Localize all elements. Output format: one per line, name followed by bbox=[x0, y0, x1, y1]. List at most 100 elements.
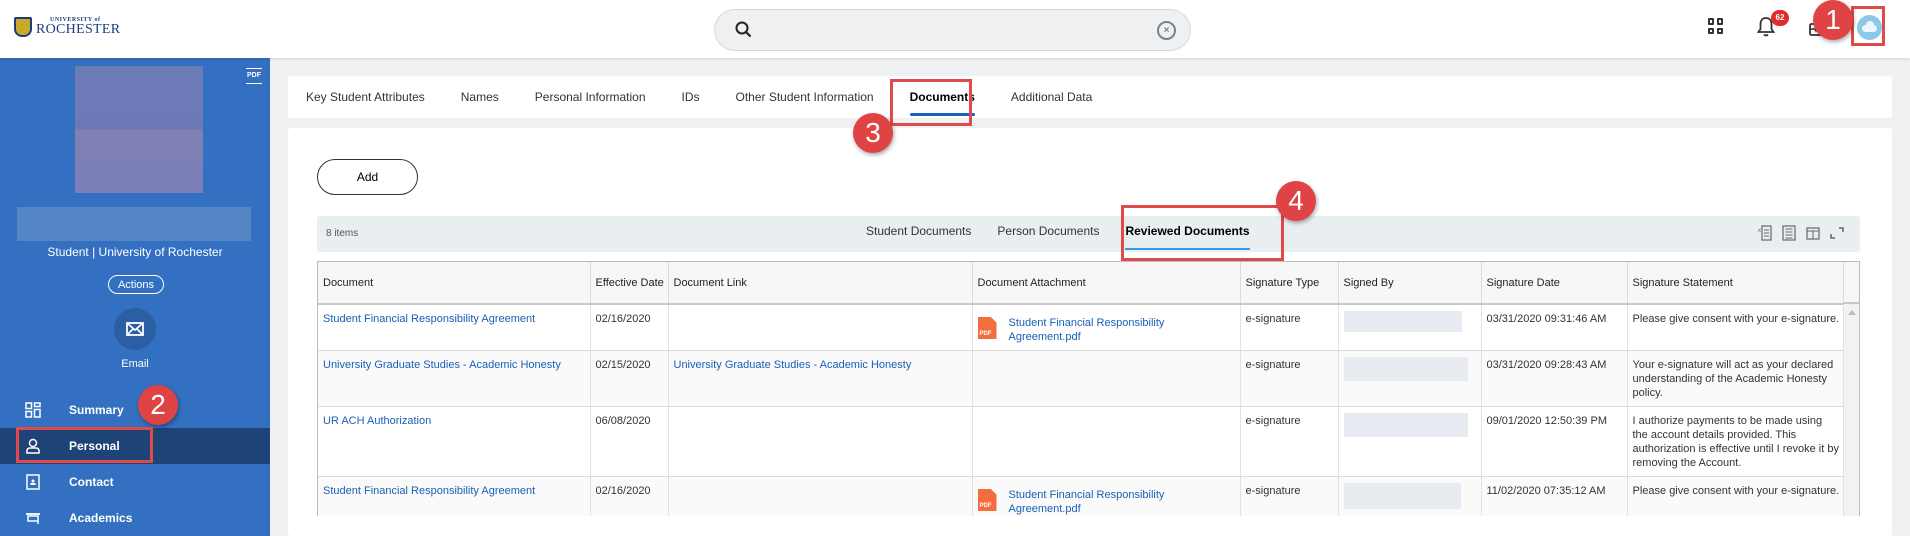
subtab-person-documents[interactable]: Person Documents bbox=[997, 216, 1099, 252]
documents-panel: Add 8 items Student Documents Person Doc… bbox=[288, 128, 1892, 536]
tab-names[interactable]: Names bbox=[461, 76, 499, 118]
avatar-highlight[interactable] bbox=[1851, 6, 1885, 46]
search-bar[interactable]: × bbox=[714, 9, 1191, 51]
profile-sidebar: PDF Student | University of Rochester Ac… bbox=[0, 58, 270, 536]
search-input[interactable] bbox=[767, 18, 1137, 42]
table-row: UR ACH Authorization 06/08/2020 e-signat… bbox=[318, 406, 1846, 477]
column-header-signature-statement[interactable]: Signature Statement bbox=[1627, 262, 1846, 305]
signature-type: e-signature bbox=[1240, 406, 1339, 477]
document-url-link[interactable]: University Graduate Studies - Academic H… bbox=[674, 359, 912, 371]
callout-1: 1 bbox=[1813, 0, 1853, 40]
effective-date: 02/16/2020 bbox=[590, 304, 669, 351]
table-header-row: Document Effective Date Document Link Do… bbox=[318, 262, 1846, 305]
tab-additional-data[interactable]: Additional Data bbox=[1011, 76, 1092, 118]
signature-date: 03/31/2020 09:31:46 AM bbox=[1481, 304, 1628, 351]
callout-4: 4 bbox=[1276, 181, 1316, 221]
print-icon[interactable] bbox=[1782, 225, 1796, 241]
effective-date: 02/16/2020 bbox=[590, 476, 669, 516]
tab-ids[interactable]: IDs bbox=[682, 76, 700, 118]
top-bar: UNIVERSITY of ROCHESTER × 62 bbox=[0, 0, 1910, 58]
column-layout-icon[interactable] bbox=[1806, 225, 1820, 241]
column-header-signature-type[interactable]: Signature Type bbox=[1240, 262, 1339, 305]
signature-statement: Please give consent with your e-signatur… bbox=[1627, 304, 1846, 351]
scroll-up-icon[interactable] bbox=[1848, 310, 1856, 315]
person-icon bbox=[24, 437, 42, 455]
signature-statement: Your e-signature will act as your declar… bbox=[1627, 350, 1846, 407]
column-header-signature-date[interactable]: Signature Date bbox=[1481, 262, 1628, 305]
signature-date: 09/01/2020 12:50:39 PM bbox=[1481, 406, 1628, 477]
add-button[interactable]: Add bbox=[317, 159, 418, 195]
header-corner bbox=[1843, 262, 1859, 304]
profile-photo bbox=[75, 66, 203, 193]
search-icon bbox=[735, 21, 752, 38]
sidebar-item-label: Personal bbox=[69, 439, 120, 453]
contact-card-icon bbox=[24, 473, 42, 491]
dashboard-icon bbox=[24, 401, 42, 419]
table-vertical-scrollbar[interactable] bbox=[1843, 304, 1859, 516]
document-link[interactable]: UR ACH Authorization bbox=[323, 415, 431, 427]
signed-by-redacted bbox=[1343, 413, 1468, 437]
tab-documents[interactable]: Documents bbox=[909, 76, 976, 118]
table-row: Student Financial Responsibility Agreeme… bbox=[318, 476, 1846, 516]
document-link[interactable]: Student Financial Responsibility Agreeme… bbox=[323, 485, 535, 497]
column-header-document-link[interactable]: Document Link bbox=[668, 262, 973, 305]
university-logo[interactable]: UNIVERSITY of ROCHESTER bbox=[14, 17, 120, 37]
mortarboard-icon bbox=[24, 509, 42, 527]
sidebar-item-label: Contact bbox=[69, 475, 114, 489]
effective-date: 02/15/2020 bbox=[590, 350, 669, 407]
document-link[interactable]: Student Financial Responsibility Agreeme… bbox=[323, 313, 535, 325]
sidebar-item-personal[interactable]: Personal bbox=[0, 428, 270, 464]
sidebar-item-contact[interactable]: Contact bbox=[0, 464, 270, 500]
effective-date: 06/08/2020 bbox=[590, 406, 669, 477]
callout-3: 3 bbox=[853, 113, 893, 153]
sidebar-item-academics[interactable]: Academics bbox=[0, 500, 270, 536]
subtab-student-documents[interactable]: Student Documents bbox=[866, 216, 971, 252]
signature-date: 11/02/2020 07:35:12 AM bbox=[1481, 476, 1628, 516]
signature-type: e-signature bbox=[1240, 476, 1339, 516]
grid-toolbar: 8 items Student Documents Person Documen… bbox=[317, 216, 1860, 252]
document-link[interactable]: University Graduate Studies - Academic H… bbox=[323, 359, 561, 371]
crest-icon bbox=[14, 17, 32, 37]
email-button[interactable] bbox=[114, 308, 156, 350]
signature-type: e-signature bbox=[1240, 350, 1339, 407]
pdf-export-icon[interactable]: PDF bbox=[246, 68, 262, 84]
envelope-icon bbox=[126, 322, 144, 336]
table-row: Student Financial Responsibility Agreeme… bbox=[318, 304, 1846, 351]
column-header-effective-date[interactable]: Effective Date bbox=[590, 262, 669, 305]
profile-role: Student | University of Rochester bbox=[47, 245, 223, 259]
items-count: 8 items bbox=[326, 228, 359, 239]
pdf-file-icon bbox=[977, 317, 997, 339]
clear-search-icon[interactable]: × bbox=[1157, 21, 1176, 40]
column-header-signed-by[interactable]: Signed By bbox=[1338, 262, 1482, 305]
fullscreen-icon[interactable] bbox=[1830, 225, 1844, 241]
signature-statement: Please give consent with your e-signatur… bbox=[1627, 476, 1846, 516]
column-header-document-attachment[interactable]: Document Attachment bbox=[972, 262, 1241, 305]
documents-table: Document Effective Date Document Link Do… bbox=[317, 261, 1860, 516]
tab-key-student-attributes[interactable]: Key Student Attributes bbox=[306, 76, 425, 118]
sidebar-item-label: Summary bbox=[69, 403, 124, 417]
sidebar-nav: Summary Personal Contact Academics bbox=[0, 392, 270, 536]
profile-tabs: Key Student Attributes Names Personal In… bbox=[288, 76, 1892, 118]
apps-grid-icon[interactable] bbox=[1708, 18, 1724, 34]
subtab-reviewed-documents[interactable]: Reviewed Documents bbox=[1125, 216, 1250, 252]
profile-name-redacted bbox=[17, 207, 251, 241]
svg-text:x: x bbox=[1758, 228, 1761, 234]
sidebar-item-summary[interactable]: Summary bbox=[0, 392, 270, 428]
actions-button[interactable]: Actions bbox=[108, 275, 164, 294]
attachment-link[interactable]: Student Financial Responsibility Agreeme… bbox=[1009, 316, 1235, 344]
pdf-file-icon bbox=[977, 489, 997, 511]
signed-by-redacted bbox=[1343, 357, 1468, 381]
sidebar-item-label: Academics bbox=[69, 511, 133, 525]
signature-type: e-signature bbox=[1240, 304, 1339, 351]
notification-count-badge: 62 bbox=[1771, 10, 1789, 26]
attachment-link[interactable]: Student Financial Responsibility Agreeme… bbox=[1009, 488, 1235, 516]
tab-personal-information[interactable]: Personal Information bbox=[535, 76, 646, 118]
avatar-cloud-icon[interactable] bbox=[1857, 15, 1882, 40]
export-excel-icon[interactable]: x bbox=[1758, 225, 1772, 241]
table-row: University Graduate Studies - Academic H… bbox=[318, 350, 1846, 407]
tab-other-student-information[interactable]: Other Student Information bbox=[736, 76, 874, 118]
logo-big-text: ROCHESTER bbox=[36, 22, 121, 37]
email-label: Email bbox=[121, 358, 149, 370]
column-header-document[interactable]: Document bbox=[318, 262, 591, 305]
callout-2: 2 bbox=[138, 385, 178, 425]
